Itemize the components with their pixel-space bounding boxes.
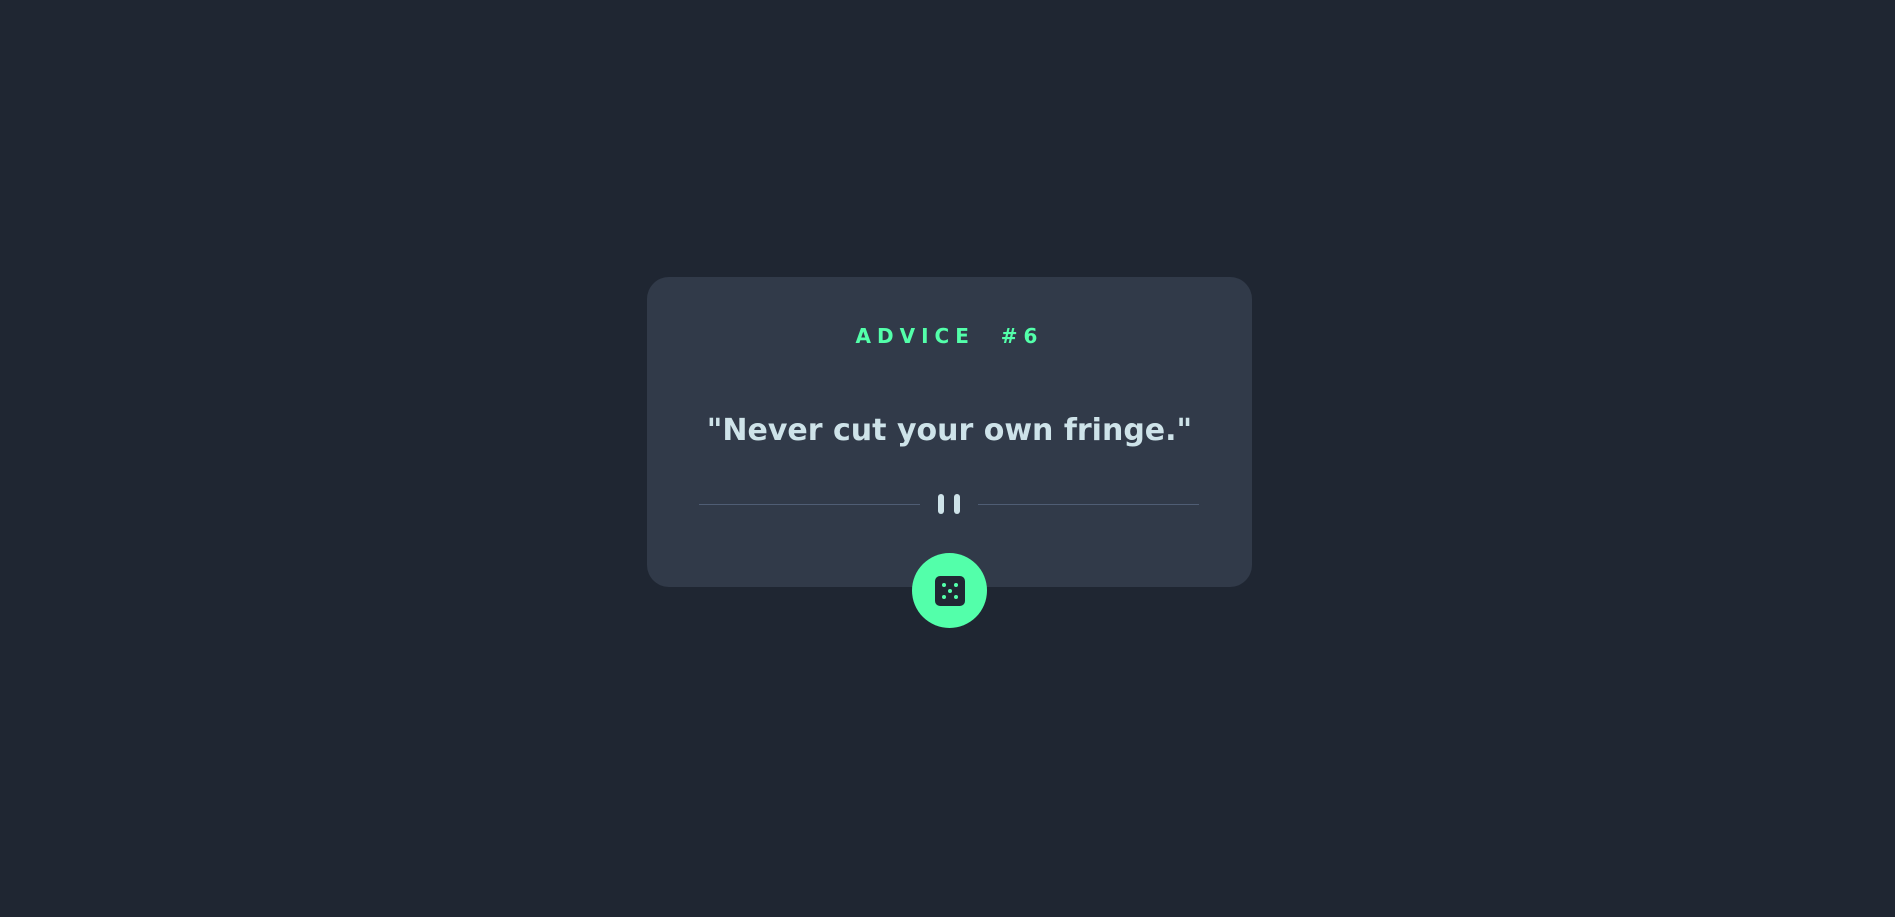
pause-bar-left (938, 494, 944, 514)
dice-pip (941, 594, 946, 599)
pause-icon (936, 494, 962, 514)
dice-icon (934, 575, 965, 606)
dice-pip (941, 582, 946, 587)
divider-line-right (978, 504, 1199, 505)
generate-advice-button[interactable] (912, 553, 987, 628)
divider-line-left (699, 504, 920, 505)
advice-quote: "Never cut your own fringe." (706, 413, 1193, 448)
dice-pip (947, 588, 952, 593)
pause-bar-right (954, 494, 960, 514)
dice-pip (953, 582, 958, 587)
pattern-divider (699, 494, 1199, 514)
dice-pip (953, 594, 958, 599)
advice-number: ADVICE #6 (855, 324, 1044, 348)
advice-card: ADVICE #6 "Never cut your own fringe." (647, 277, 1252, 587)
